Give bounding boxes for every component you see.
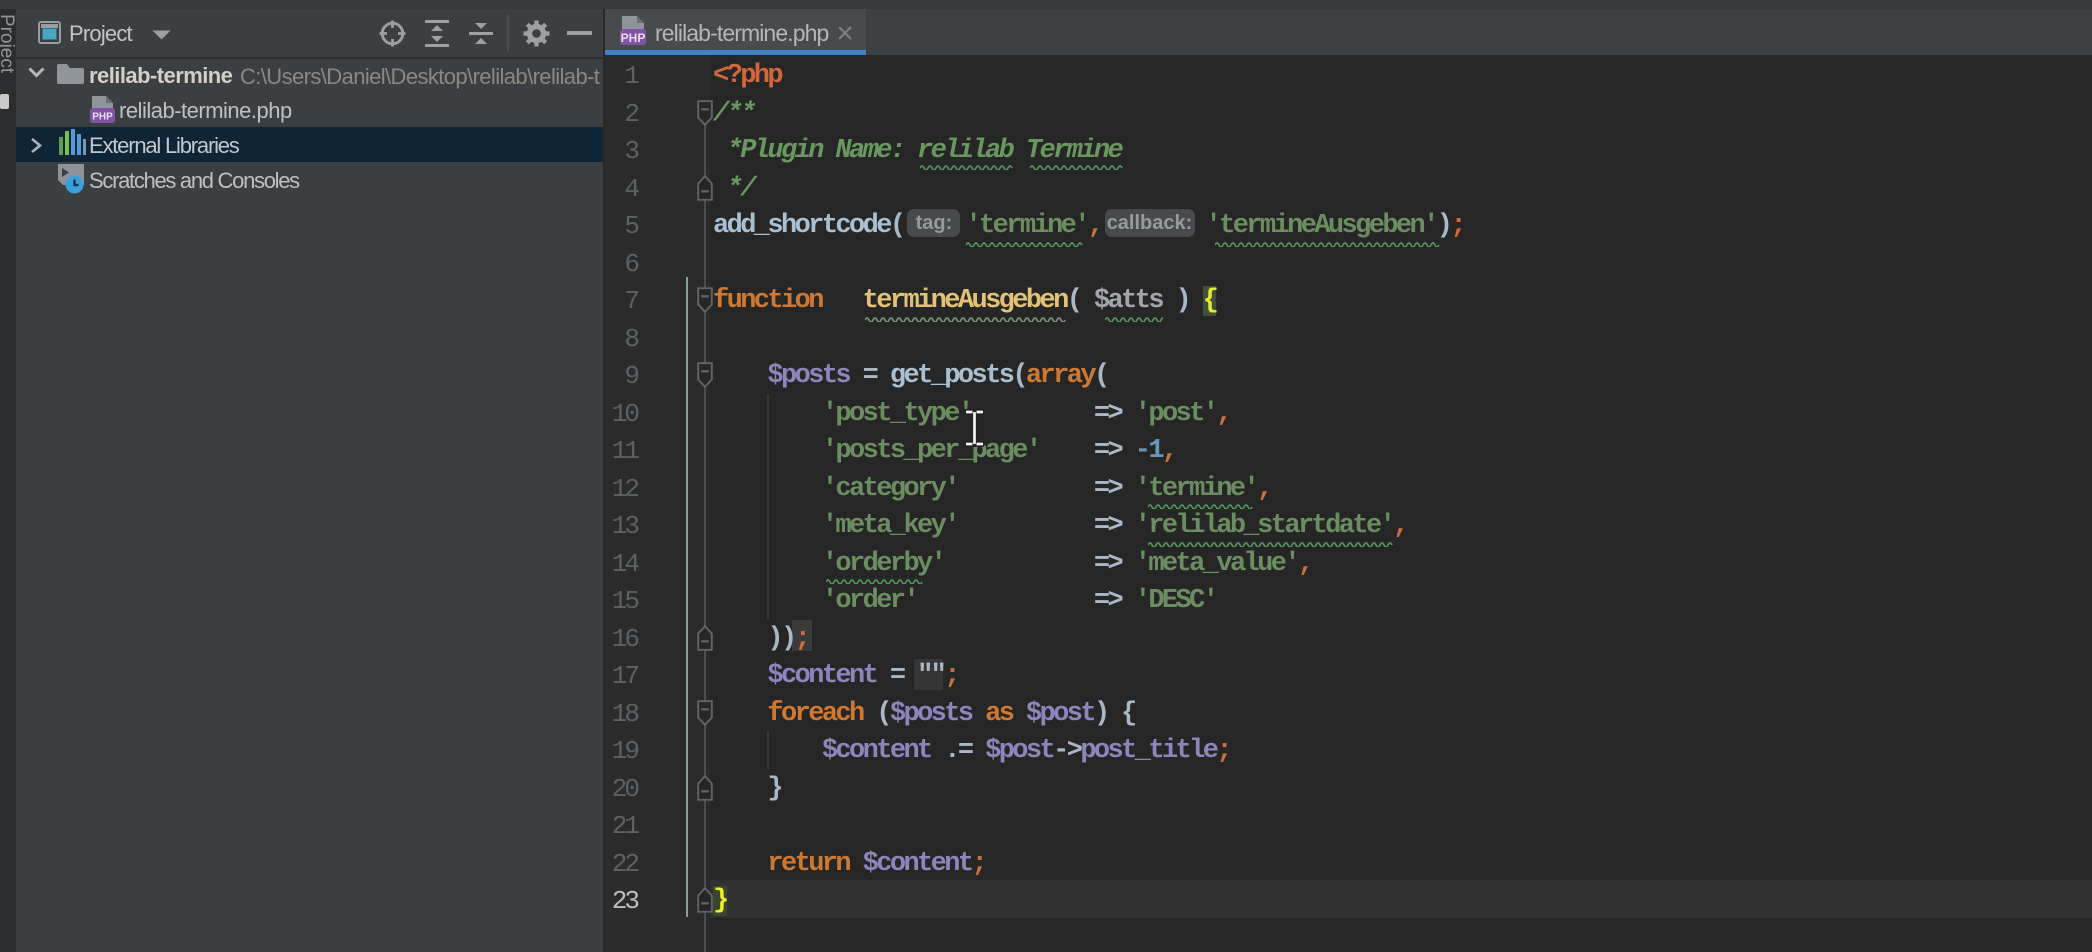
svg-text:PHP: PHP: [92, 112, 113, 123]
svg-text:PHP: PHP: [621, 31, 646, 45]
